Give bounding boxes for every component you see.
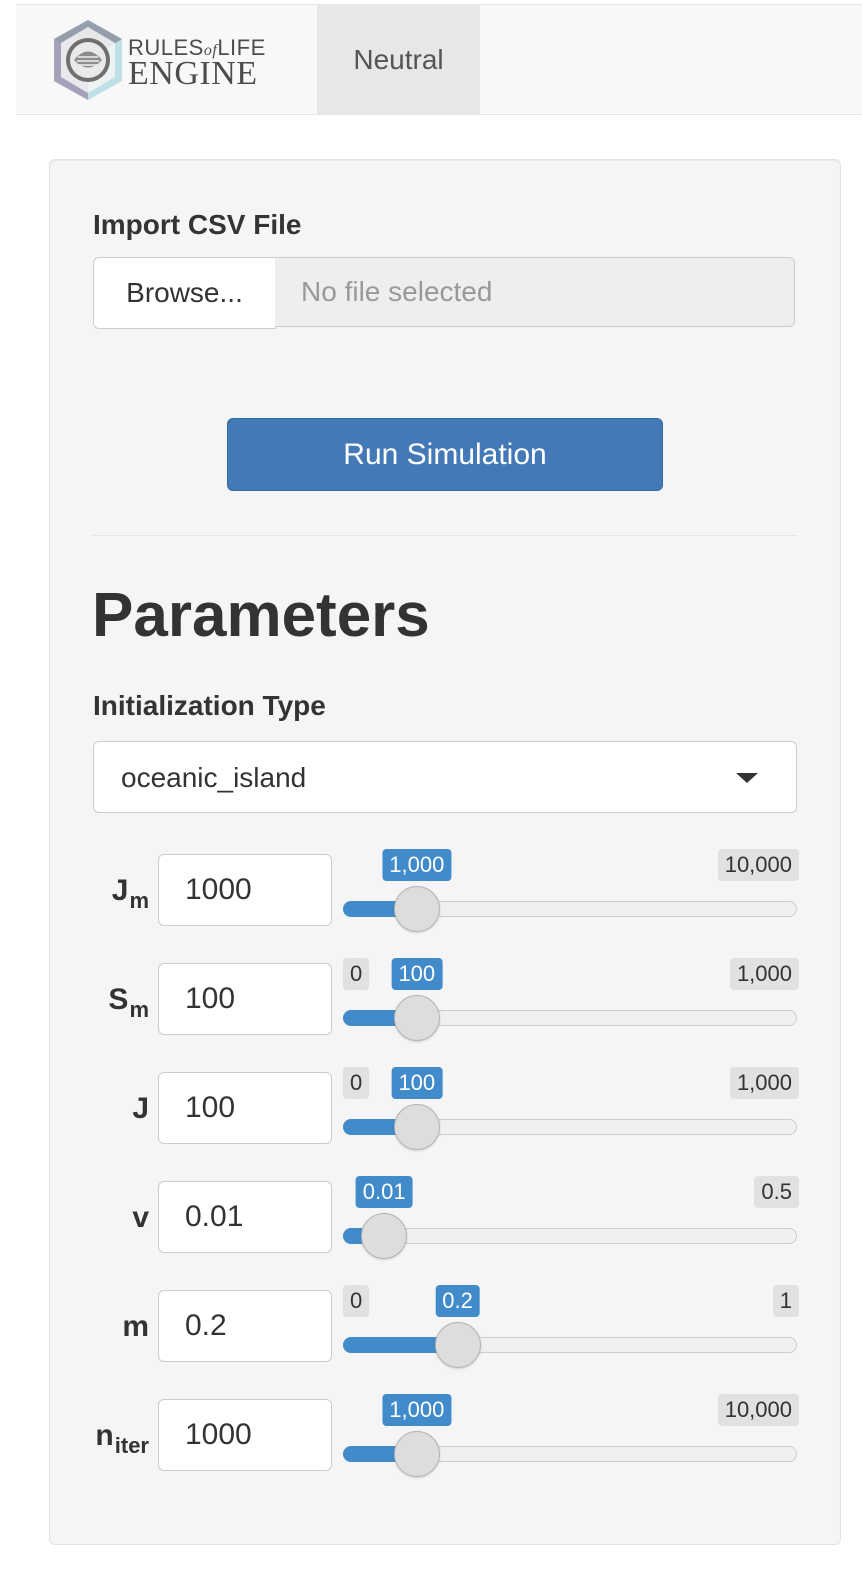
param-numeric-input[interactable]: 0.01: [158, 1181, 332, 1253]
param-symbol: m: [122, 1310, 149, 1343]
slider-value-label: 100: [391, 958, 443, 990]
slider-handle[interactable]: [393, 886, 440, 932]
sidebar-panel: Import CSV File Browse... No file select…: [49, 159, 841, 1545]
slider-track[interactable]: [343, 1228, 797, 1244]
param-symbol: J: [132, 1092, 149, 1125]
param-numeric-input[interactable]: 100: [158, 963, 332, 1035]
param-numeric-input[interactable]: 100: [158, 1072, 332, 1144]
param-symbol: n: [95, 1419, 114, 1452]
slider-max-label: 10,000: [717, 849, 799, 881]
file-status-field: No file selected: [275, 257, 795, 327]
selected-value: oceanic_island: [121, 762, 307, 793]
slider-handle[interactable]: [393, 995, 440, 1041]
slider-max-label: 1,000: [729, 1067, 799, 1099]
param-row-5: niter 1000 10,000 1,000: [93, 1394, 799, 1489]
param-row-4: m 0.2 0 1 0.2: [93, 1285, 799, 1380]
slider-min-label: 0: [343, 1285, 370, 1317]
param-slider[interactable]: 10,000 1,000: [343, 1394, 799, 1489]
param-symbol: v: [132, 1201, 149, 1234]
import-csv-label: Import CSV File: [93, 209, 302, 240]
param-row-3: v 0.01 0.5 0.01: [93, 1176, 799, 1271]
tab-neutral[interactable]: Neutral: [317, 5, 480, 114]
browse-button[interactable]: Browse...: [93, 257, 276, 329]
param-row-2: J 100 0 1,000 100: [93, 1067, 799, 1162]
param-slider[interactable]: 0.5 0.01: [343, 1176, 799, 1271]
parameters-heading: Parameters: [92, 581, 430, 650]
param-label: niter: [95, 1419, 149, 1459]
slider-min-label: 0: [343, 958, 370, 990]
caret-down-icon: [736, 773, 758, 783]
slider-max-label: 10,000: [717, 1394, 799, 1426]
slider-handle[interactable]: [361, 1213, 408, 1259]
param-label: J: [132, 1092, 149, 1126]
slider-value-label: 100: [391, 1067, 443, 1099]
param-symbol: J: [111, 874, 129, 907]
file-input-group: Browse... No file selected: [93, 257, 797, 329]
rules-of-life-engine-logo[interactable]: RULESofLIFE ENGINE: [50, 17, 265, 103]
divider: [93, 535, 797, 536]
param-label: Jm: [112, 874, 149, 914]
param-slider[interactable]: 10,000 1,000: [343, 849, 799, 944]
param-symbol: S: [108, 983, 129, 1016]
navbar: RULESofLIFE ENGINE Neutral: [16, 4, 862, 115]
param-subscript: m: [129, 888, 149, 913]
param-slider[interactable]: 0 1,000 100: [343, 958, 799, 1053]
param-subscript: m: [129, 997, 149, 1022]
brand-engine: ENGINE: [128, 55, 258, 92]
param-subscript: iter: [114, 1433, 149, 1458]
run-simulation-button[interactable]: Run Simulation: [227, 418, 663, 491]
slider-handle[interactable]: [434, 1322, 481, 1368]
param-numeric-input[interactable]: 1000: [158, 1399, 332, 1471]
slider-max-label: 0.5: [754, 1176, 799, 1208]
param-row-1: Sm 100 0 1,000 100: [93, 958, 799, 1053]
param-slider[interactable]: 0 1 0.2: [343, 1285, 799, 1380]
slider-handle[interactable]: [393, 1104, 440, 1150]
initialization-type-select[interactable]: oceanic_island: [93, 741, 797, 813]
slider-value-label: 0.01: [355, 1176, 413, 1208]
param-slider[interactable]: 0 1,000 100: [343, 1067, 799, 1162]
param-label: v: [132, 1201, 149, 1235]
slider-max-label: 1,000: [729, 958, 799, 990]
slider-max-label: 1: [772, 1285, 799, 1317]
slider-value-label: 0.2: [435, 1285, 480, 1317]
slider-handle[interactable]: [393, 1431, 440, 1477]
slider-min-label: 0: [343, 1067, 370, 1099]
initialization-type-label: Initialization Type: [93, 690, 326, 721]
param-label: m: [122, 1310, 149, 1344]
slider-value-label: 1,000: [382, 1394, 452, 1426]
param-numeric-input[interactable]: 0.2: [158, 1290, 332, 1362]
param-numeric-input[interactable]: 1000: [158, 854, 332, 926]
param-row-0: Jm 1000 10,000 1,000: [93, 849, 799, 944]
param-label: Sm: [108, 983, 149, 1023]
isopod-hexagon-icon: [54, 20, 122, 100]
slider-value-label: 1,000: [382, 849, 452, 881]
